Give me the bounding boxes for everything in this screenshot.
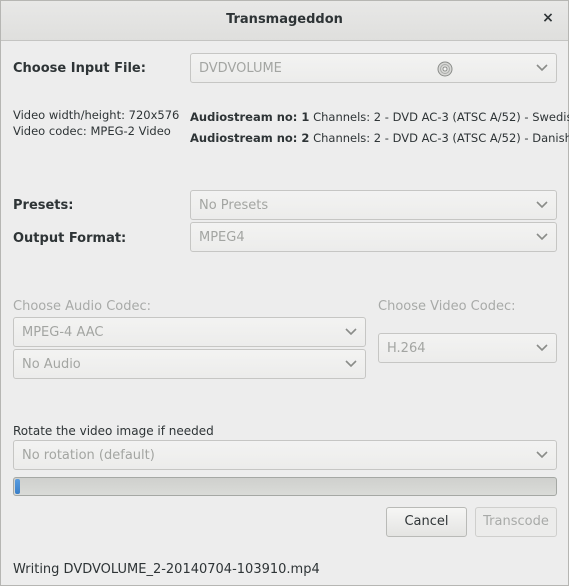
- transcode-button[interactable]: Transcode: [475, 507, 557, 537]
- chevron-down-icon: [536, 233, 548, 241]
- input-file-value: DVDVOLUME: [199, 61, 282, 76]
- chevron-down-icon: [345, 328, 357, 336]
- presets-combo[interactable]: No Presets: [190, 190, 557, 220]
- title-bar: Transmageddon ×: [1, 1, 568, 41]
- window-title: Transmageddon: [226, 12, 343, 27]
- chevron-down-icon: [536, 344, 548, 352]
- video-codec-combo[interactable]: H.264: [378, 333, 557, 363]
- chevron-down-icon: [536, 451, 548, 459]
- audio-track-combo[interactable]: No Audio: [13, 349, 366, 379]
- rotate-combo[interactable]: No rotation (default): [13, 440, 557, 470]
- audiostream-2-desc: Channels: 2 - DVD AC-3 (ATSC A/52) - Dan…: [309, 131, 569, 145]
- input-file-label: Choose Input File:: [13, 61, 146, 76]
- video-size-text: Video width/height: 720x576: [13, 108, 180, 122]
- disc-icon: [437, 61, 453, 77]
- chevron-down-icon: [536, 201, 548, 209]
- video-codec-label: Choose Video Codec:: [378, 299, 516, 314]
- presets-label: Presets:: [13, 198, 74, 213]
- audiostream-1: Audiostream no: 1 Channels: 2 - DVD AC-3…: [190, 110, 569, 124]
- audiostream-2-label: Audiostream no: 2: [190, 131, 310, 145]
- video-codec-value: H.264: [387, 341, 426, 356]
- close-icon[interactable]: ×: [540, 10, 556, 28]
- presets-value: No Presets: [199, 198, 269, 213]
- audio-track-value: No Audio: [22, 357, 81, 372]
- audiostream-2: Audiostream no: 2 Channels: 2 - DVD AC-3…: [190, 131, 569, 145]
- output-format-label: Output Format:: [13, 231, 127, 246]
- status-text: Writing DVDVOLUME_2-20140704-103910.mp4: [13, 562, 320, 577]
- output-format-combo[interactable]: MPEG4: [190, 222, 557, 252]
- rotate-label: Rotate the video image if needed: [13, 424, 214, 438]
- cancel-button[interactable]: Cancel: [386, 507, 467, 537]
- rotate-value: No rotation (default): [22, 448, 155, 463]
- audio-codec-combo[interactable]: MPEG-4 AAC: [13, 317, 366, 347]
- audio-codec-label: Choose Audio Codec:: [13, 299, 152, 314]
- output-format-value: MPEG4: [199, 230, 245, 245]
- audiostream-1-desc: Channels: 2 - DVD AC-3 (ATSC A/52) - Swe…: [309, 110, 569, 124]
- video-codec-text: Video codec: MPEG-2 Video: [13, 124, 171, 138]
- input-file-combo[interactable]: DVDVOLUME: [190, 53, 557, 83]
- audiostream-1-label: Audiostream no: 1: [190, 110, 310, 124]
- progress-fill: [15, 479, 20, 494]
- progress-bar: [13, 477, 557, 496]
- chevron-down-icon: [536, 64, 548, 72]
- chevron-down-icon: [345, 360, 357, 368]
- audio-codec-value: MPEG-4 AAC: [22, 325, 104, 340]
